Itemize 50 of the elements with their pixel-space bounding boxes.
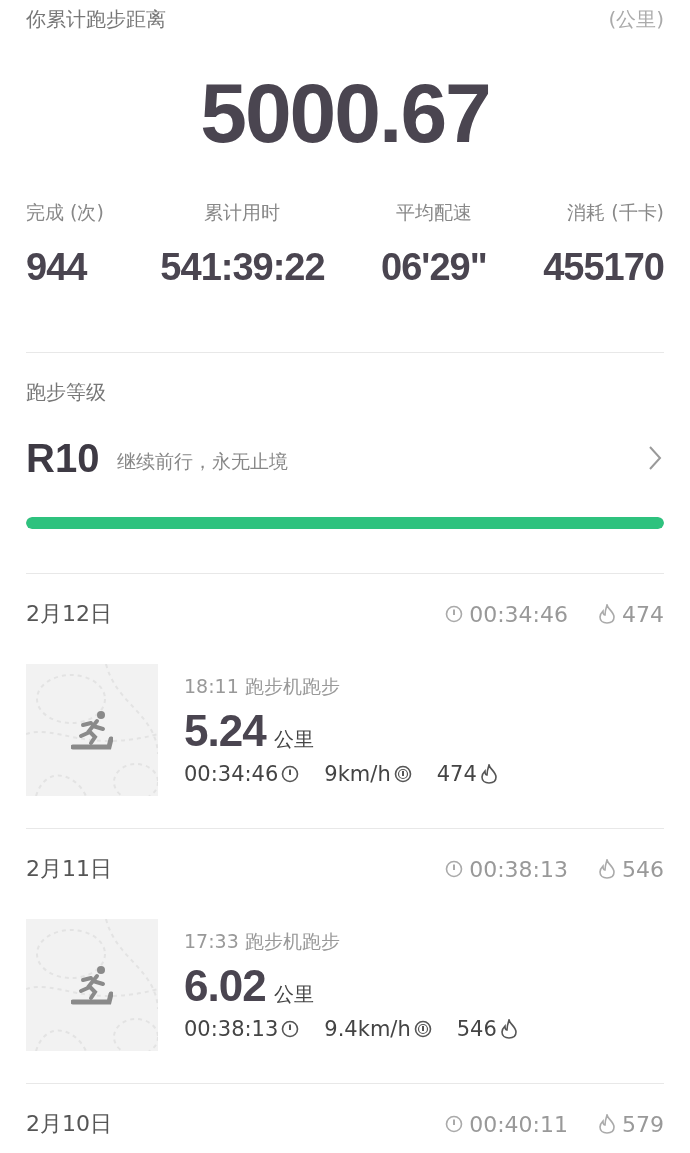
clock-icon (281, 1020, 300, 1038)
run-calories: 546 (456, 1017, 497, 1041)
distance-unit: 公里 (273, 981, 314, 1008)
clock-icon (445, 860, 464, 878)
stat-value: 944 (26, 246, 87, 289)
unit-label: (公里) (608, 5, 664, 33)
speedometer-icon (393, 765, 412, 783)
flame-icon (598, 604, 616, 624)
run-duration: 00:34:46 (184, 762, 279, 786)
speedometer-icon (413, 1020, 432, 1038)
run-speed: 9km/h (324, 762, 391, 786)
day-calories: 474 (622, 601, 664, 627)
run-duration: 00:38:13 (184, 1017, 279, 1041)
chevron-icon[interactable] (648, 445, 662, 471)
run-speed: 9.4km/h (324, 1017, 411, 1041)
day-date: 2月11日 (26, 855, 112, 883)
flame-icon (598, 859, 616, 879)
total-distance: 5000.67 (200, 64, 490, 162)
stat-value: 541:39:22 (160, 246, 325, 289)
flame-icon (499, 1019, 518, 1039)
run-calories: 474 (436, 762, 477, 786)
flame-icon (598, 1114, 616, 1134)
level-title: 跑步等级 (26, 380, 106, 404)
run-distance: 5.24 (184, 706, 266, 756)
stat-value: 455170 (543, 246, 664, 289)
clock-icon (281, 765, 300, 783)
flame-icon (479, 764, 498, 784)
day-duration: 00:38:13 (469, 856, 568, 882)
clock-icon (445, 1115, 464, 1133)
day-date: 2月12日 (26, 600, 112, 628)
stat-value: 06'29" (381, 246, 487, 289)
run-time-type: 18:11 跑步机跑步 (184, 674, 341, 699)
summary-title: 你累计跑步距离 (26, 5, 166, 33)
day-calories: 579 (622, 1111, 664, 1137)
stat-label: 完成 (次) (26, 200, 104, 225)
treadmill-runner-icon (71, 964, 113, 1006)
distance-unit: 公里 (273, 726, 314, 753)
day-calories: 546 (622, 856, 664, 882)
stat-label: 累计用时 (204, 200, 281, 225)
level-grade: R10 (26, 435, 100, 481)
treadmill-runner-icon (71, 709, 113, 751)
clock-icon (445, 605, 464, 623)
run-time-type: 17:33 跑步机跑步 (184, 929, 341, 954)
stat-label: 消耗 (千卡) (567, 200, 664, 225)
stat-label: 平均配速 (395, 200, 472, 225)
day-duration: 00:40:11 (469, 1111, 568, 1137)
level-motto: 继续前行，永无止境 (117, 449, 290, 474)
day-duration: 00:34:46 (469, 601, 568, 627)
day-date: 2月10日 (26, 1110, 112, 1138)
run-distance: 6.02 (184, 961, 266, 1011)
